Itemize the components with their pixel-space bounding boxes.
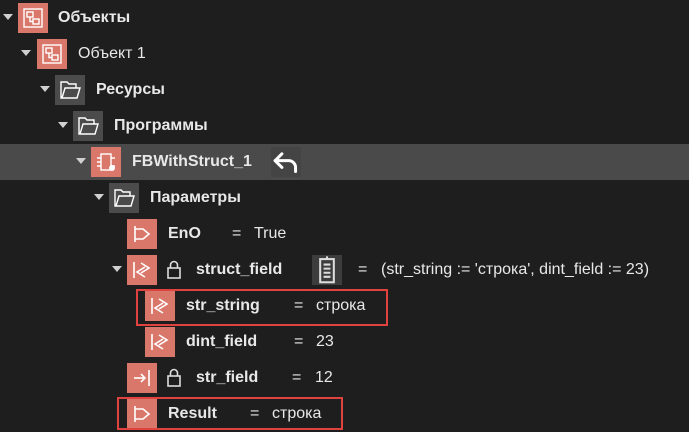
function-block-icon (91, 147, 121, 177)
lock-icon (165, 260, 183, 280)
expand-arrow-icon[interactable] (3, 14, 13, 20)
object-icon (37, 39, 67, 69)
expand-arrow-icon[interactable] (21, 50, 31, 56)
highlight-box-result (117, 397, 343, 430)
param-value-dint-field: 23 (316, 333, 334, 350)
tree-label-resources: Ресурсы (96, 81, 165, 98)
expand-arrow-icon[interactable] (76, 158, 86, 164)
tree-row-object1[interactable]: Объект 1 (0, 36, 689, 72)
param-name-str-field: str_field (196, 369, 259, 386)
expand-arrow-icon[interactable] (40, 86, 50, 92)
tree-row-params[interactable]: Параметры (0, 180, 689, 216)
folder-icon (55, 75, 85, 105)
tree-label-programs: Программы (114, 117, 208, 134)
tree-row-resources[interactable]: Ресурсы (0, 72, 689, 108)
undo-arrow-icon[interactable] (271, 147, 301, 177)
tree-label-objects: Объекты (58, 9, 131, 26)
param-value-str-field: 12 (315, 369, 333, 386)
folder-icon (73, 111, 103, 141)
expand-arrow-icon[interactable] (58, 122, 68, 128)
param-name-struct-field: struct_field (196, 261, 283, 278)
param-value-struct-field: (str_string := 'строка', dint_field := 2… (381, 261, 650, 278)
param-name-dint-field: dint_field (186, 333, 258, 350)
tree-row-str-field[interactable]: str_field = 12 (0, 360, 689, 396)
tree-row-programs[interactable]: Программы (0, 108, 689, 144)
tree-row-dint-field[interactable]: dint_field = 23 (0, 324, 689, 360)
struct-details-icon[interactable] (312, 255, 342, 285)
object-tree-icon (18, 3, 48, 33)
inout-param-icon (127, 255, 157, 285)
output-param-icon (127, 219, 157, 249)
tree-label-object1: Объект 1 (78, 45, 146, 62)
tree-row-result[interactable]: Result = строка (0, 396, 689, 432)
tree-row-fb[interactable]: FBWithStruct_1 (0, 144, 689, 180)
lock-icon (165, 368, 183, 388)
inout-param-icon (145, 327, 175, 357)
tree-row-struct-field[interactable]: struct_field = (str_string := 'строка', … (0, 252, 689, 288)
tree-row-objects[interactable]: Объекты (0, 0, 689, 36)
equals-sign: = (292, 369, 302, 386)
expand-arrow-icon[interactable] (112, 266, 122, 272)
param-name-eno: EnO (168, 225, 201, 242)
tree-row-eno[interactable]: EnO = True (0, 216, 689, 252)
tree-label-fb: FBWithStruct_1 (132, 153, 252, 170)
highlight-box-str-string (136, 289, 388, 326)
folder-icon (109, 183, 139, 213)
expand-arrow-icon[interactable] (94, 194, 104, 200)
input-param-icon (127, 363, 157, 393)
equals-sign: = (294, 333, 304, 350)
tree-label-params: Параметры (150, 189, 241, 206)
equals-sign: = (232, 225, 242, 242)
equals-sign: = (358, 261, 368, 278)
param-value-eno: True (254, 225, 287, 242)
